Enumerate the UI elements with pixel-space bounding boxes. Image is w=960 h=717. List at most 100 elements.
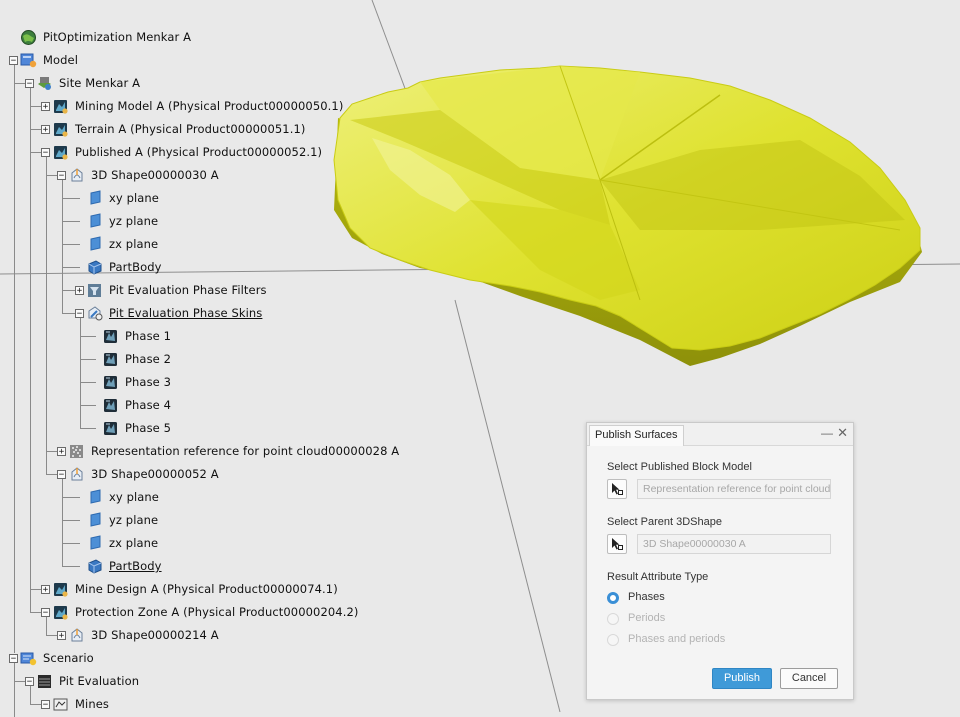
select-parent-3dshape-button[interactable] [607,534,627,554]
tree-node[interactable]: + Representation reference for point clou… [57,440,399,462]
publish-button[interactable]: Publish [712,668,772,689]
tree-node[interactable]: − Protection Zone A (Physical Product0000… [41,601,358,623]
tree-node[interactable]: − 3D Shape00000030 A [57,164,219,186]
dialog-titlebar[interactable]: Publish Surfaces — ✕ [587,423,853,446]
tree-node[interactable]: PitOptimization Menkar A [9,26,191,48]
block-model-label: Select Published Block Model [607,461,752,473]
cancel-button[interactable]: Cancel [780,668,838,689]
minimize-icon[interactable]: — [821,426,833,440]
tree-node-label: Protection Zone A (Physical Product00000… [75,605,359,619]
tree-node[interactable]: − 3D Shape00000052 A [57,463,219,485]
phase-icon [104,352,117,366]
dialog-title: Publish Surfaces [589,425,684,446]
radio-phases-and-periods[interactable] [607,634,619,646]
pit-evaluation-icon [38,674,51,688]
specification-tree: PitOptimization Menkar A − Model − Site Menk… [0,0,600,717]
tree-node[interactable]: + Mining Model A (Physical Product0000005… [41,95,343,117]
radio-phases-label: Phases [628,591,665,603]
tree-node[interactable]: Phase 2 [91,348,171,370]
tree-node[interactable]: − Scenario [9,647,94,669]
tree-node[interactable]: PartBody [75,555,162,577]
tree-node-label: zx plane [109,237,159,251]
tree-node[interactable]: + Terrain A (Physical Product00000051.1) [41,118,306,140]
block-model-field[interactable]: Representation reference for point cloud [637,479,831,499]
tree-node[interactable]: Phase 5 [91,417,171,439]
close-icon[interactable]: ✕ [837,425,848,441]
collapse-toggle-icon[interactable]: − [41,607,50,617]
expand-toggle-icon[interactable]: + [41,101,50,111]
tree-node-label: Model [43,53,79,67]
tree-node-label: xy plane [109,191,159,205]
tree-node-label: zx plane [109,536,159,550]
skins-icon [88,305,103,320]
tree-connector-line [62,479,63,566]
tree-node-label: 3D Shape00000030 A [91,168,219,182]
tree-node-label: Mines [75,697,109,711]
shape-icon [71,627,83,641]
expand-toggle-icon[interactable]: + [57,446,66,456]
shape-icon [71,466,83,480]
collapse-toggle-icon[interactable]: − [41,147,50,157]
tree-node-label: Representation reference for point cloud… [91,444,400,458]
select-cursor-icon [612,483,623,495]
collapse-toggle-icon[interactable]: − [25,676,34,686]
tree-node-label: Published A (Physical Product00000052.1) [75,145,323,159]
expand-toggle-icon[interactable]: + [41,584,50,594]
publish-surfaces-dialog: Publish Surfaces — ✕ Select Published Bl… [586,422,854,700]
pointcloud-icon [70,444,83,458]
plane-icon [90,212,101,228]
tree-connector-line [46,157,47,474]
tree-node[interactable]: − Site Menkar A [25,72,140,94]
product-icon [54,99,68,114]
tree-node[interactable]: Phase 1 [91,325,171,347]
collapse-toggle-icon[interactable]: − [75,308,84,318]
tree-connector-line [62,180,63,313]
product-icon [54,122,68,137]
radio-phases[interactable] [607,592,619,604]
select-block-model-button[interactable] [607,479,627,499]
tree-node[interactable]: − Pit Evaluation [25,670,139,692]
expand-toggle-icon[interactable]: + [75,285,84,295]
collapse-toggle-icon[interactable]: − [25,78,34,88]
tree-node[interactable]: PartBody [75,256,162,278]
expand-toggle-icon[interactable]: + [41,124,50,134]
scenario-icon [20,652,37,665]
tree-node[interactable]: yz plane [75,509,158,531]
tree-node[interactable]: Phase 4 [91,394,171,416]
radio-periods[interactable] [607,613,619,625]
tree-node-label: yz plane [109,214,159,228]
select-cursor-icon [612,538,623,550]
collapse-toggle-icon[interactable]: − [57,170,66,180]
tree-node[interactable]: yz plane [75,210,158,232]
collapse-toggle-icon[interactable]: − [41,699,50,709]
tree-node[interactable]: +3D Shape00000214 A [57,624,219,646]
shape-icon [71,167,83,181]
collapse-toggle-icon[interactable]: − [57,469,66,479]
phase-icon [104,421,117,435]
globe-icon [21,29,36,45]
tree-node-label: Phase 2 [125,352,172,366]
tree-node[interactable]: − Model [9,49,78,71]
partbody-icon [88,558,102,574]
tree-node[interactable]: zx plane [75,233,158,255]
tree-node[interactable]: zx plane [75,532,158,554]
tree-node[interactable]: + Mine Design A (Physical Product00000074… [41,578,338,600]
parent-3dshape-field[interactable]: 3D Shape00000030 A [637,534,831,554]
expand-toggle-icon[interactable]: + [57,630,66,640]
tree-node[interactable]: xy plane [75,486,159,508]
tree-node[interactable]: Phase 3 [91,371,171,393]
tree-node[interactable]: − Pit Evaluation Phase Skins [75,302,262,324]
tree-node-label: Site Menkar A [59,76,141,90]
phase-icon [104,398,117,412]
tree-node[interactable]: + Pit Evaluation Phase Filters [75,279,267,301]
plane-icon [90,235,101,251]
tree-node-label: Phase 3 [125,375,172,389]
site-icon [38,76,51,90]
tree-node-label: 3D Shape00000052 A [91,467,219,481]
tree-node[interactable]: xy plane [75,187,159,209]
phase-icon [104,375,117,389]
tree-node[interactable]: − Published A (Physical Product00000052.1… [41,141,322,163]
collapse-toggle-icon[interactable]: − [9,55,18,65]
tree-node-label: Pit Evaluation [59,674,140,688]
collapse-toggle-icon[interactable]: − [9,653,18,663]
